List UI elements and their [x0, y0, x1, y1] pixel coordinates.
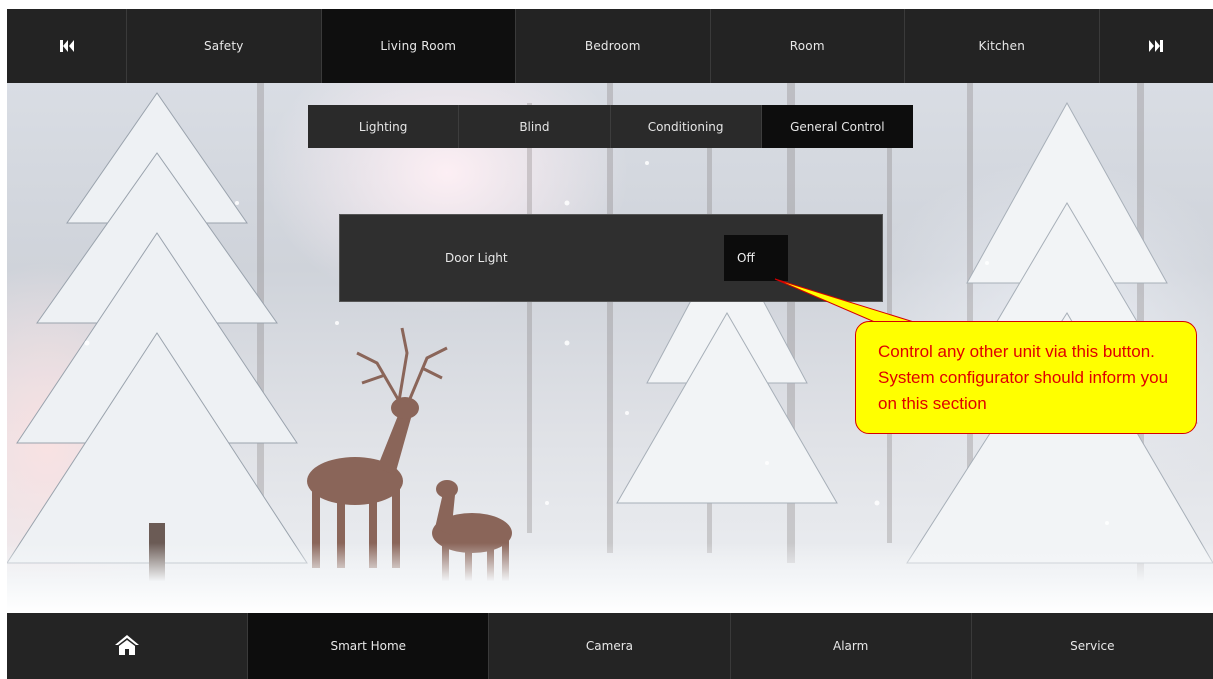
tab-blind[interactable]: Blind: [459, 105, 611, 148]
home-icon: [115, 634, 140, 659]
app-frame: Safety Living Room Bedroom Room Kitchen …: [7, 9, 1213, 679]
tab-lighting[interactable]: Lighting: [308, 105, 460, 148]
bottom-navigation: Smart Home Camera Alarm Service: [7, 613, 1213, 679]
annotation-callout: Control any other unit via this button. …: [855, 321, 1197, 434]
skip-previous-icon: [59, 40, 74, 52]
nav-smart-home[interactable]: Smart Home: [248, 613, 490, 679]
tab-kitchen[interactable]: Kitchen: [905, 9, 1100, 83]
next-room-button[interactable]: [1100, 9, 1212, 83]
skip-next-icon: [1148, 40, 1163, 52]
door-light-toggle-button[interactable]: Off: [724, 235, 788, 281]
nav-alarm[interactable]: Alarm: [731, 613, 972, 679]
snow-ground: [7, 543, 1213, 613]
tab-bedroom[interactable]: Bedroom: [516, 9, 711, 83]
nav-camera[interactable]: Camera: [489, 613, 731, 679]
top-navigation: Safety Living Room Bedroom Room Kitchen: [7, 9, 1213, 83]
control-panel: Door Light Off: [339, 214, 883, 302]
tab-room[interactable]: Room: [711, 9, 905, 83]
tab-general-control[interactable]: General Control: [761, 105, 913, 148]
previous-room-button[interactable]: [7, 9, 127, 83]
door-light-label: Door Light: [445, 251, 508, 265]
category-tabs: Lighting Blind Conditioning General Cont…: [308, 105, 913, 148]
nav-service[interactable]: Service: [972, 613, 1213, 679]
tab-conditioning[interactable]: Conditioning: [610, 105, 762, 148]
tab-living-room[interactable]: Living Room: [321, 9, 516, 83]
home-button[interactable]: [7, 613, 249, 679]
tab-safety[interactable]: Safety: [127, 9, 322, 83]
